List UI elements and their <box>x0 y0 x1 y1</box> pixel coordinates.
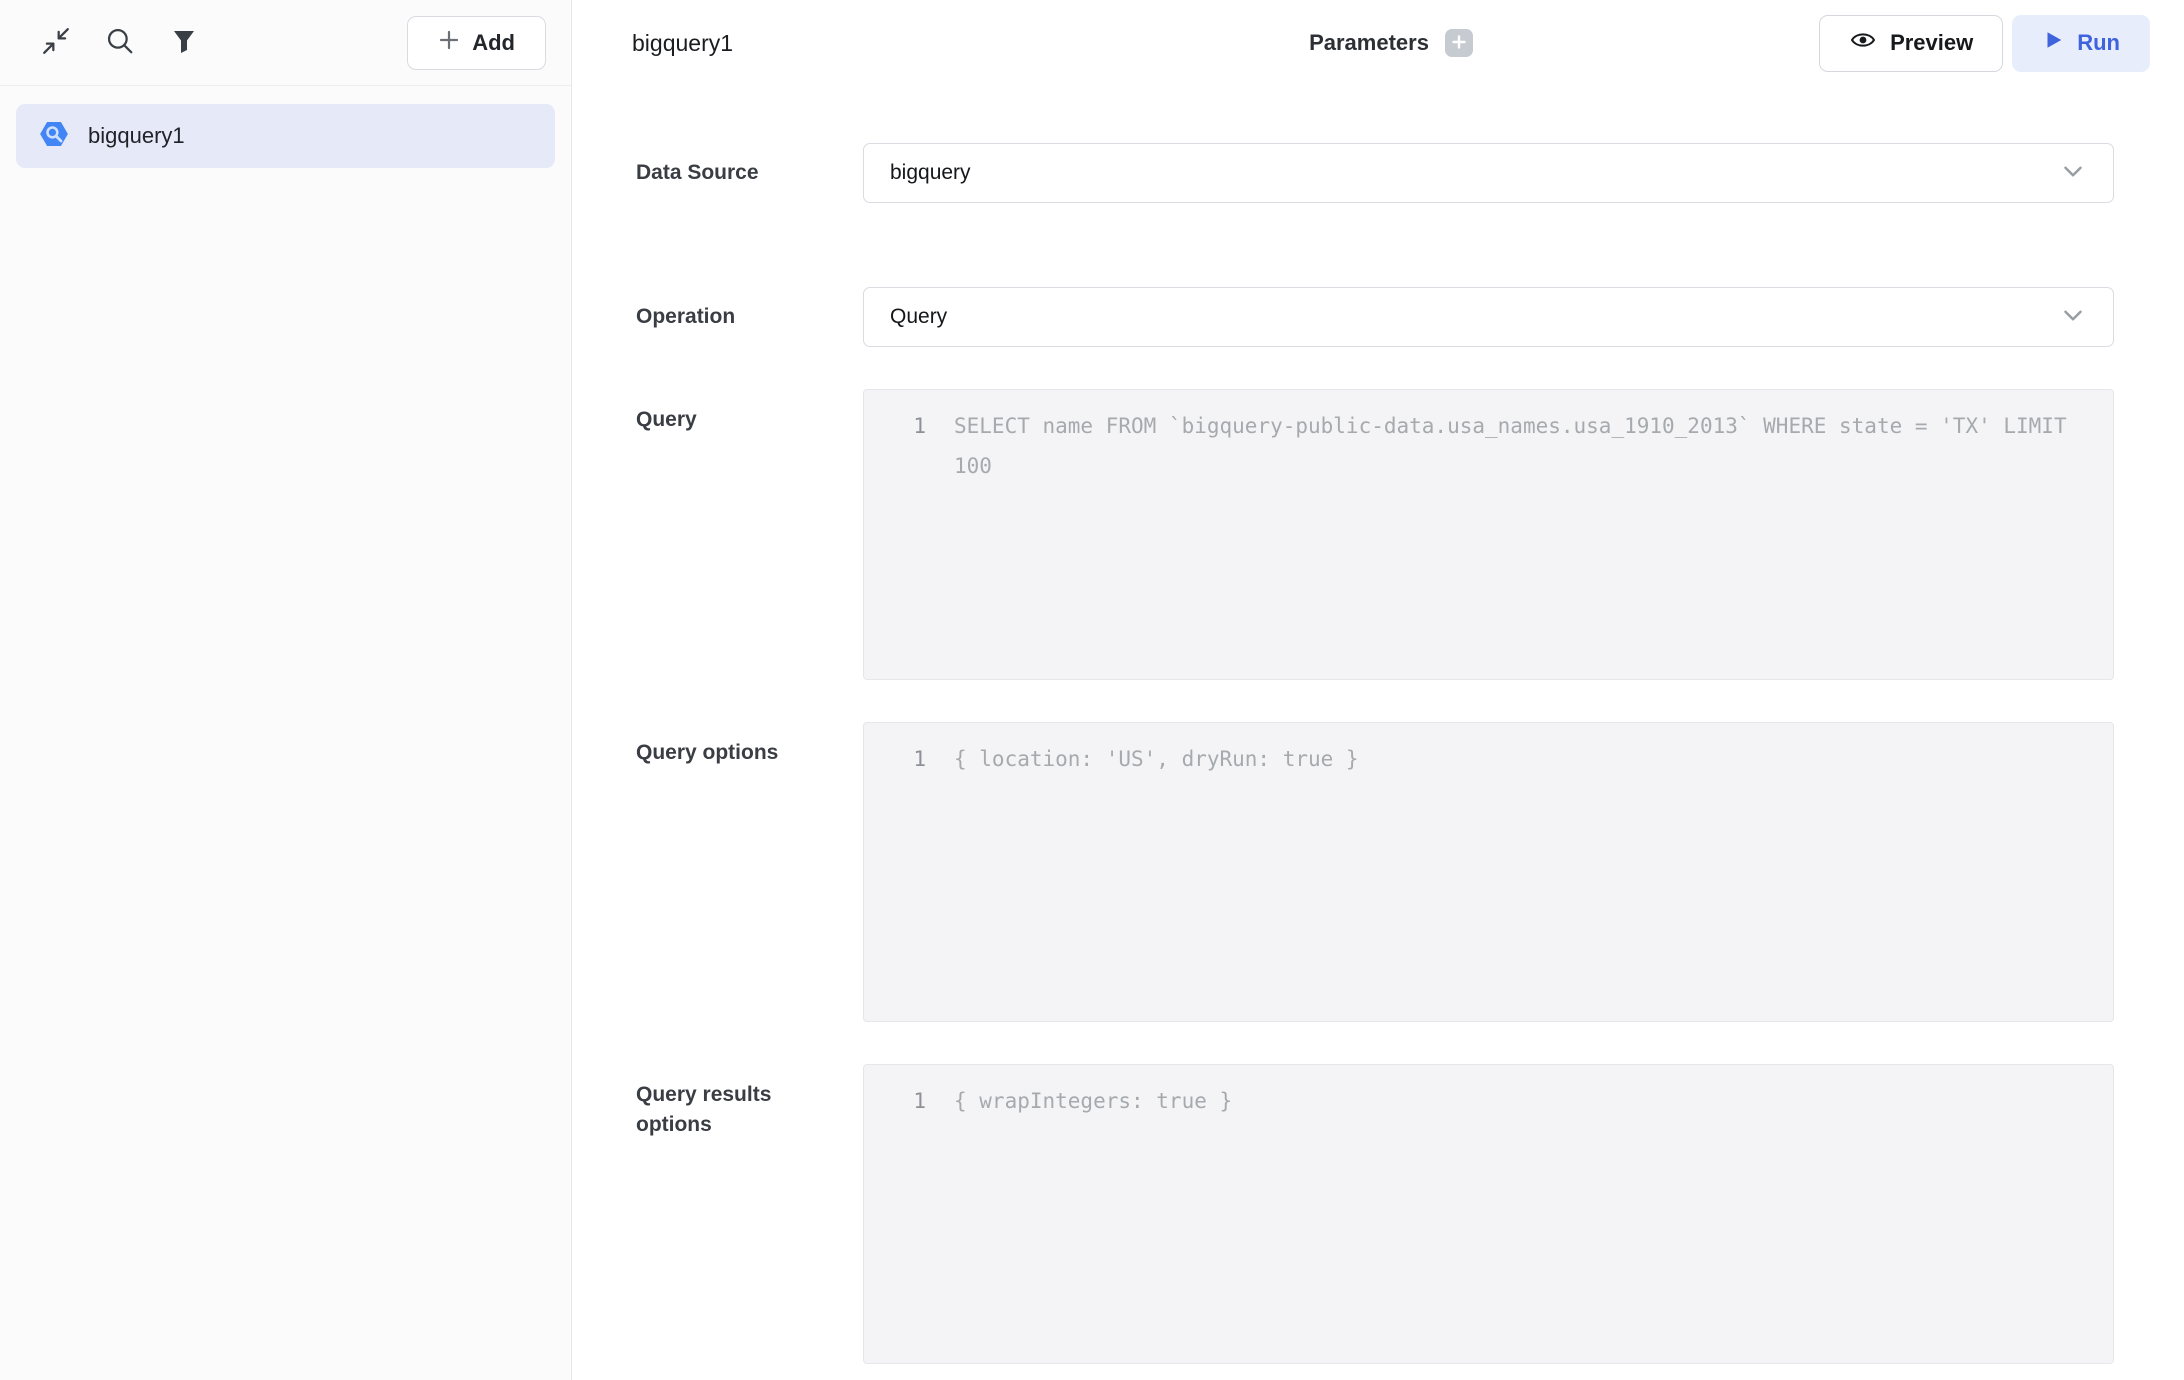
code-line: 1 { location: 'US', dryRun: true } <box>888 739 2089 779</box>
line-number: 1 <box>888 1081 926 1121</box>
query-list-item-bigquery1[interactable]: bigquery1 <box>16 104 555 168</box>
query-placeholder: SELECT name FROM `bigquery-public-data.u… <box>954 406 2089 486</box>
page-title: bigquery1 <box>632 30 733 57</box>
code-line: 1 { wrapIntegers: true } <box>888 1081 2089 1121</box>
plus-icon <box>438 29 460 57</box>
operation-value: Query <box>890 305 2059 329</box>
preview-button[interactable]: Preview <box>1819 15 2003 72</box>
operation-select[interactable]: Query <box>863 287 2114 347</box>
query-sidebar: Add bigquery1 <box>0 0 572 1380</box>
query-options-placeholder: { location: 'US', dryRun: true } <box>954 739 1359 779</box>
query-options-label: Query options <box>636 722 816 1022</box>
add-button-label: Add <box>472 30 515 56</box>
collapse-icon <box>41 26 71 59</box>
data-source-select[interactable]: bigquery <box>863 143 2114 203</box>
sidebar-toolbar: Add <box>0 0 571 86</box>
operation-label: Operation <box>636 302 816 332</box>
search-button[interactable] <box>98 21 142 65</box>
query-editor-header: bigquery1 Parameters <box>572 0 2184 86</box>
query-results-options-placeholder: { wrapIntegers: true } <box>954 1081 1232 1121</box>
query-results-options-editor[interactable]: 1 { wrapIntegers: true } <box>863 1064 2114 1364</box>
line-number: 1 <box>888 406 926 446</box>
query-editor-panel: bigquery1 Parameters <box>572 0 2184 1380</box>
play-icon <box>2042 29 2064 57</box>
chevron-down-icon <box>2059 157 2087 190</box>
query-list: bigquery1 <box>0 86 571 186</box>
data-source-value: bigquery <box>890 161 2059 185</box>
collapse-sidebar-button[interactable] <box>34 21 78 65</box>
chevron-down-icon <box>2059 301 2087 334</box>
eye-icon <box>1849 26 1877 60</box>
query-row: Query 1 SELECT name FROM `bigquery-publi… <box>636 389 2114 680</box>
query-form: Data Source bigquery Operation Query <box>572 86 2184 1380</box>
run-button-label: Run <box>2077 30 2120 56</box>
query-results-options-row: Query results options 1 { wrapIntegers: … <box>636 1064 2114 1364</box>
operation-row: Operation Query <box>636 287 2114 347</box>
query-options-row: Query options 1 { location: 'US', dryRun… <box>636 722 2114 1022</box>
search-icon <box>105 26 135 59</box>
add-query-button[interactable]: Add <box>407 16 546 70</box>
filter-button[interactable] <box>162 21 206 65</box>
code-line: 1 SELECT name FROM `bigquery-public-data… <box>888 406 2089 486</box>
query-item-label: bigquery1 <box>88 123 185 149</box>
add-parameter-button[interactable] <box>1445 29 1473 57</box>
line-number: 1 <box>888 739 926 779</box>
app-window: Add bigquery1 bigquery1 P <box>0 0 2184 1380</box>
parameters-label: Parameters <box>1309 30 1429 56</box>
filter-icon <box>170 27 198 58</box>
query-options-editor[interactable]: 1 { location: 'US', dryRun: true } <box>863 722 2114 1022</box>
query-code-editor[interactable]: 1 SELECT name FROM `bigquery-public-data… <box>863 389 2114 680</box>
data-source-label: Data Source <box>636 158 816 188</box>
plus-icon <box>1451 34 1467 53</box>
query-label: Query <box>636 389 816 680</box>
query-results-options-label: Query results options <box>636 1064 816 1364</box>
run-button[interactable]: Run <box>2012 15 2150 72</box>
data-source-row: Data Source bigquery <box>636 143 2114 203</box>
preview-button-label: Preview <box>1890 30 1973 56</box>
bigquery-icon <box>38 118 70 155</box>
